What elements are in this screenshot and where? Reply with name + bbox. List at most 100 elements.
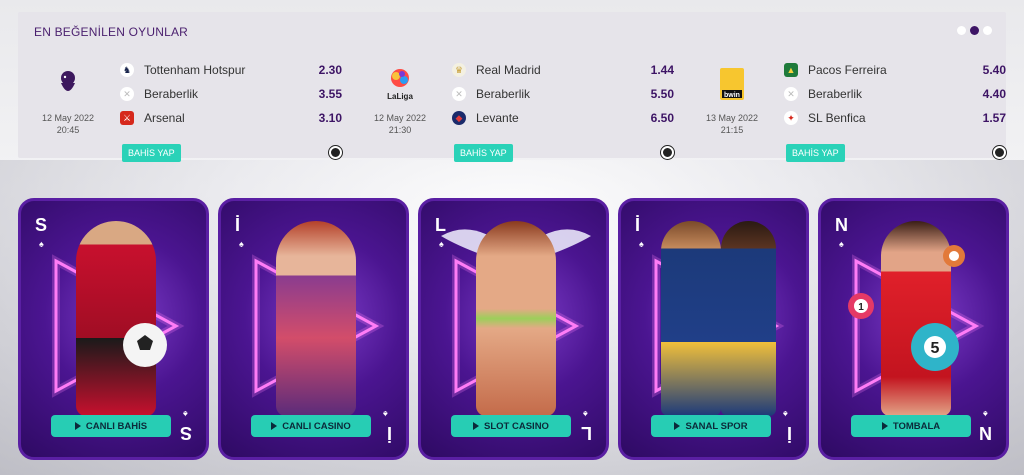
odds-row[interactable]: ⚔ Arsenal 3.10 [120,108,342,128]
spade-icon: ♠ [839,239,844,249]
draw-icon: ✕ [120,87,134,101]
bingo-ball-icon [943,245,965,267]
odds-row[interactable]: ▲ Pacos Ferreira 5.40 [784,60,1006,80]
team-name: Beraberlik [476,87,531,101]
svg-text:LaLiga: LaLiga [387,92,413,101]
odd-value[interactable]: 1.44 [651,63,674,77]
football-icon [329,146,342,159]
panel-title: EN BEĞENİLEN OYUNLAR [34,25,189,39]
team-name: SL Benfica [808,111,866,125]
spade-icon: ♠ [39,239,44,249]
spade-icon: ♠ [783,409,788,419]
card-cta-button[interactable]: CANLI BAHİS [51,415,171,437]
spade-icon: ♠ [439,239,444,249]
football-icon [993,146,1006,159]
tottenham-icon: ♞ [120,63,134,77]
play-icon [674,422,681,430]
match-card: bwin 13 May 2022 21:15 ▲ Pacos Ferreira … [696,60,1006,162]
premier-league-icon [32,64,104,104]
team-name: Beraberlik [808,87,863,101]
card-letter: S [35,215,48,235]
play-icon [271,422,278,430]
card-letter: İ [786,423,792,443]
odd-value[interactable]: 5.50 [651,87,674,101]
levante-icon: ◆ [452,111,466,125]
card-cta-button[interactable]: SLOT CASINO [451,415,571,437]
card-cta-button[interactable]: SANAL SPOR [651,415,771,437]
odd-value[interactable]: 2.30 [319,63,342,77]
carousel-dot-1[interactable] [957,26,966,35]
card-letter: İ [235,215,241,235]
real-madrid-icon: ♛ [452,63,466,77]
spade-icon: ♠ [383,409,388,419]
draw-icon: ✕ [784,87,798,101]
card-letter: İ [635,215,641,235]
match-datetime: 13 May 2022 21:15 [705,113,759,135]
card-bingo[interactable]: 1 5 N ♠ TOMBALA ♠ N [818,198,1009,460]
spade-icon: ♠ [583,409,588,419]
pacos-ferreira-icon: ▲ [784,63,798,77]
odds-row[interactable]: ✕ Beraberlik 4.40 [784,84,1006,104]
bet-button[interactable]: BAHİS YAP [454,144,513,162]
match-datetime: 12 May 2022 21:30 [373,113,427,135]
odd-value[interactable]: 6.50 [651,111,674,125]
odds-row[interactable]: ♛ Real Madrid 1.44 [452,60,674,80]
card-cta-button[interactable]: CANLI CASINO [251,415,371,437]
match-card: 12 May 2022 20:45 ♞ Tottenham Hotspur 2.… [32,60,342,162]
spade-icon: ♠ [639,239,644,249]
card-letter: N [979,423,992,443]
odd-value[interactable]: 3.55 [319,87,342,101]
bingo-ball-icon: 5 [911,323,959,371]
card-virtual-sports[interactable]: İ ♠ SANAL SPOR ♠ İ [618,198,809,460]
card-cta-button[interactable]: TOMBALA [851,415,971,437]
odd-value[interactable]: 4.40 [983,87,1006,101]
play-icon [881,422,888,430]
player-figure [661,221,721,416]
spade-icon: ♠ [183,409,188,419]
carousel-dot-3[interactable] [983,26,992,35]
card-letter: N [835,215,848,235]
team-name: Arsenal [144,111,185,125]
card-live-betting[interactable]: S ♠ CANLI BAHİS ♠ S [18,198,209,460]
odds-row[interactable]: ✕ Beraberlik 3.55 [120,84,342,104]
team-name: Beraberlik [144,87,199,101]
draw-icon: ✕ [452,87,466,101]
card-letter: S [179,423,192,443]
svg-text:5: 5 [931,340,940,357]
liga-portugal-bwin-icon: bwin [696,64,768,104]
spade-icon: ♠ [983,409,988,419]
play-icon [473,422,480,430]
football-icon [661,146,674,159]
card-slot-casino[interactable]: L ♠ SLOT CASINO ♠ L [418,198,609,460]
angel-figure [476,221,556,416]
odd-value[interactable]: 3.10 [319,111,342,125]
player-figure [76,221,156,416]
bet-button[interactable]: BAHİS YAP [122,144,181,162]
team-name: Tottenham Hotspur [144,63,246,77]
match-card: LaLiga 12 May 2022 21:30 ♛ Real Madrid 1… [364,60,674,162]
match-datetime: 12 May 2022 20:45 [41,113,95,135]
spade-icon: ♠ [239,239,244,249]
team-name: Pacos Ferreira [808,63,887,77]
svg-text:bwin: bwin [724,92,740,99]
laliga-icon: LaLiga [364,64,436,104]
card-letter: İ [386,423,392,443]
carousel-dots [957,26,992,35]
popular-games-panel: EN BEĞENİLEN OYUNLAR 12 May 2022 20:45 ♞… [18,12,1006,162]
odds-row[interactable]: ✕ Beraberlik 5.50 [452,84,674,104]
player-figure [721,221,776,416]
team-name: Real Madrid [476,63,541,77]
carousel-dot-2[interactable] [970,26,979,35]
team-name: Levante [476,111,519,125]
card-letter: L [435,215,446,235]
odds-row[interactable]: ◆ Levante 6.50 [452,108,674,128]
odd-value[interactable]: 1.57 [983,111,1006,125]
odds-row[interactable]: ♞ Tottenham Hotspur 2.30 [120,60,342,80]
football-icon [123,323,167,367]
odd-value[interactable]: 5.40 [983,63,1006,77]
odds-row[interactable]: ✦ SL Benfica 1.57 [784,108,1006,128]
casino-host-figure [276,221,356,416]
card-live-casino[interactable]: İ ♠ CANLI CASINO ♠ İ [218,198,409,460]
bet-button[interactable]: BAHİS YAP [786,144,845,162]
arsenal-icon: ⚔ [120,111,134,125]
